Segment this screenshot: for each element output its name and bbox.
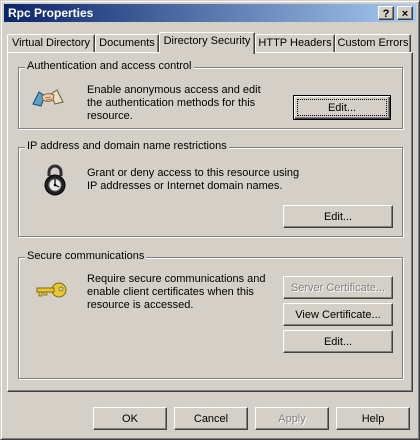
cancel-button[interactable]: Cancel <box>174 407 248 430</box>
tab-http-headers[interactable]: HTTP Headers <box>255 34 335 52</box>
secure-description: Require secure communications and enable… <box>87 273 266 311</box>
ip-edit-button[interactable]: Edit... <box>283 205 393 228</box>
window-title: Rpc Properties <box>8 6 94 20</box>
ip-restrictions-group: IP address and domain name restrictions … <box>18 140 403 237</box>
auth-description: Enable anonymous access and edit the aut… <box>87 84 261 122</box>
auth-edit-button[interactable]: Edit... <box>293 95 391 120</box>
auth-group-title: Authentication and access control <box>25 60 194 72</box>
server-certificate-button[interactable]: Server Certificate... <box>283 276 393 299</box>
auth-group: Authentication and access control Enable… <box>18 60 403 129</box>
close-button[interactable]: × <box>397 6 413 20</box>
apply-button[interactable]: Apply <box>255 407 329 430</box>
tab-directory-security[interactable]: Directory Security <box>159 32 255 54</box>
tab-virtual-directory[interactable]: Virtual Directory <box>7 34 95 52</box>
ip-group-title: IP address and domain name restrictions <box>25 140 229 152</box>
secure-group-title: Secure communications <box>25 250 147 262</box>
ip-description: Grant or deny access to this resource us… <box>87 167 300 192</box>
properties-dialog: Rpc Properties ? × Virtual Directory Doc… <box>0 0 420 440</box>
auth-edit-label: Edit... <box>327 101 357 114</box>
handshake-icon <box>31 84 65 113</box>
help-button[interactable]: Help <box>336 407 410 430</box>
lock-icon <box>43 164 67 199</box>
tab-custom-errors[interactable]: Custom Errors <box>335 34 411 52</box>
tab-page-directory-security: Authentication and access control Enable… <box>7 52 413 392</box>
title-bar[interactable]: Rpc Properties ? × <box>4 4 416 22</box>
tab-documents[interactable]: Documents <box>95 34 159 52</box>
view-certificate-button[interactable]: View Certificate... <box>283 303 393 326</box>
secure-edit-button[interactable]: Edit... <box>283 330 393 353</box>
secure-communications-group: Secure communications Require secure com… <box>18 250 403 379</box>
help-titlebar-button[interactable]: ? <box>378 6 394 20</box>
key-icon <box>35 280 69 303</box>
ok-button[interactable]: OK <box>93 407 167 430</box>
